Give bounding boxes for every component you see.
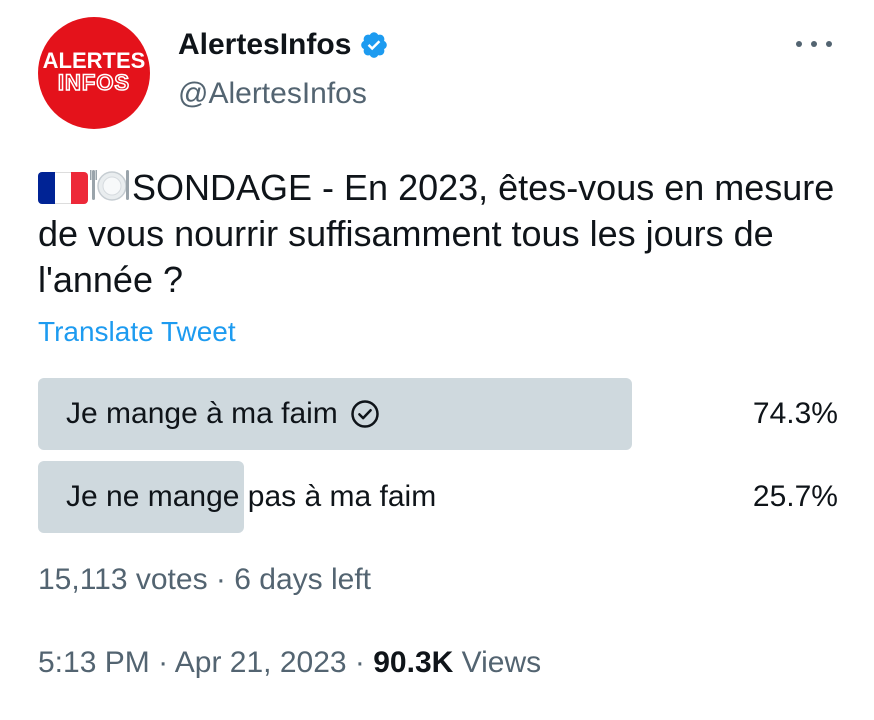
poll-vote-count: 15,113 votes (38, 563, 208, 596)
poll-option-percent: 74.3% (752, 397, 838, 430)
verified-badge-icon (361, 32, 388, 58)
tweet-card: ALERTES INFOS AlertesInfos @AlertesInfos… (0, 0, 874, 720)
avatar-logo-text-bottom: INFOS (57, 70, 131, 95)
tweet-time[interactable]: 5:13 PM (38, 646, 150, 679)
views-label: Views (461, 646, 542, 679)
tweet-timestamp: 5:13 PM · Apr 21, 2023 · 90.3K Views (38, 646, 541, 680)
views-count[interactable]: 90.3K (373, 646, 453, 679)
flag-france-icon (38, 172, 88, 204)
translate-tweet-link[interactable]: Translate Tweet (38, 316, 236, 348)
avatar-logo-text-top: ALERTES (42, 48, 146, 73)
tweet-date[interactable]: Apr 21, 2023 (175, 646, 347, 679)
poll-option-text: Je mange à ma faim (66, 397, 338, 430)
poll-time-left: 6 days left (234, 563, 372, 596)
author-handle[interactable]: @AlertesInfos (178, 77, 367, 111)
fork-and-knife-with-plate-icon (90, 170, 129, 201)
separator: · (158, 646, 169, 679)
poll-option-label: Je ne mange pas à ma faim (66, 461, 436, 533)
separator: · (354, 646, 365, 679)
tweet-body-text: SONDAGE - En 2023, êtes-vous en mesure d… (38, 167, 835, 300)
author-display-name[interactable]: AlertesInfos (178, 28, 389, 62)
display-name-text: AlertesInfos (178, 28, 352, 61)
poll-option-1[interactable]: Je mange à ma faim 74.3% (38, 378, 838, 450)
avatar[interactable]: ALERTES INFOS (38, 17, 150, 129)
poll-option-2[interactable]: Je ne mange pas à ma faim 25.7% (38, 461, 838, 533)
poll-option-percent: 25.7% (752, 480, 838, 513)
poll-meta: 15,113 votes · 6 days left (38, 563, 371, 597)
tweet-text: SONDAGE - En 2023, êtes-vous en mesure d… (38, 165, 838, 303)
check-circle-icon (351, 400, 379, 428)
poll-option-text: Je ne mange pas à ma faim (66, 480, 437, 513)
separator: · (215, 563, 226, 596)
more-options-icon[interactable] (796, 34, 832, 54)
poll-option-label: Je mange à ma faim (66, 378, 380, 450)
